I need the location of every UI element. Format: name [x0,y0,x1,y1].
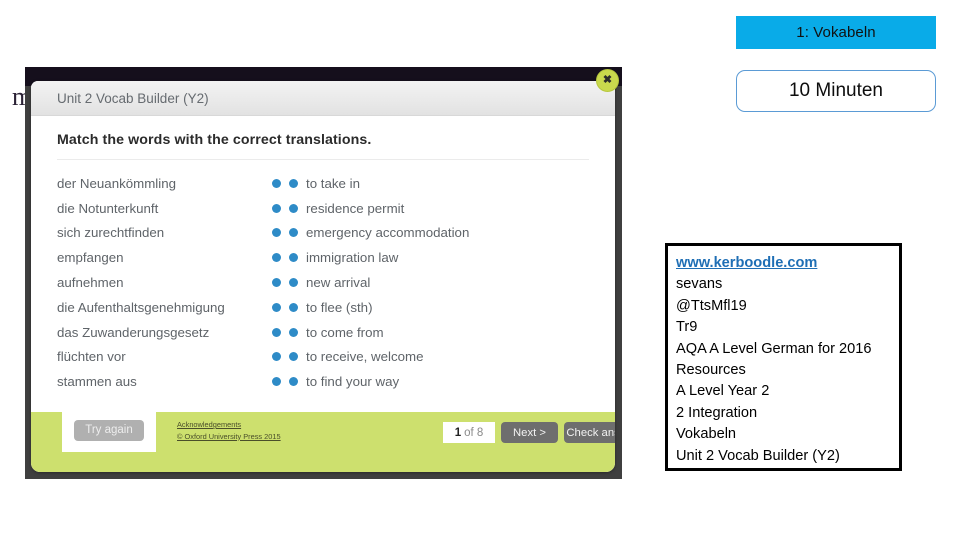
try-again-button[interactable]: Try again [74,419,144,441]
match-row[interactable]: das Zuwanderungsgesetz [57,320,289,345]
resource-path-box: www.kerboodle.com sevans @TtsMfl19 Tr9 A… [665,243,902,471]
info-line: @TtsMfl19 [676,297,747,314]
match-row[interactable]: stammen aus [57,369,289,394]
connector-dot-icon[interactable] [272,203,281,213]
english-terms-column: to take in residence permit emergency ac… [289,171,579,394]
slide-title-label: 1: Vokabeln [796,24,876,41]
connector-dot-icon[interactable] [289,377,298,387]
info-line: sevans [676,276,723,293]
match-row[interactable]: immigration law [289,245,579,270]
info-line: A Level Year 2 [676,383,770,400]
match-row[interactable]: to find your way [289,369,579,394]
info-line: Resources [676,362,746,379]
connector-dot-icon[interactable] [272,178,281,188]
connector-dot-icon[interactable] [289,302,298,312]
match-row[interactable]: flüchten vor [57,345,289,370]
german-term: die Aufenthaltsgenehmigung [57,299,225,315]
connector-dot-icon[interactable] [272,377,281,387]
info-line: 2 Integration [676,404,758,421]
match-row[interactable]: aufnehmen [57,270,289,295]
english-term: to come from [306,324,384,340]
german-term: der Neuankömmling [57,175,176,191]
connector-dot-icon[interactable] [289,352,298,362]
connector-dot-icon[interactable] [272,302,281,312]
connector-dot-icon[interactable] [272,228,281,238]
english-term: to receive, welcome [306,349,424,365]
english-term: immigration law [306,250,399,266]
info-line: Vokabeln [676,426,737,443]
connector-dot-icon[interactable] [289,203,298,213]
connector-dot-icon[interactable] [289,253,298,263]
german-term: aufnehmen [57,275,124,291]
german-terms-column: der Neuankömmling die Notunterkunft sich… [57,171,289,394]
info-line: AQA A Level German for 2016 [676,340,872,357]
match-row[interactable]: to flee (sth) [289,295,579,320]
dialog-titlebar: Unit 2 Vocab Builder (Y2) [31,81,615,116]
german-term: das Zuwanderungsgesetz [57,324,210,340]
timer-label: 10 Minuten [788,80,883,101]
dialog-toolbar: Try again Acknowledgements © Oxford Univ… [31,408,615,472]
close-glyph: ✖ [602,74,613,86]
english-term: emergency accommodation [306,225,470,241]
english-term: to take in [306,175,360,191]
copyright-link[interactable]: © Oxford University Press 2015 [177,431,281,443]
german-term: sich zurechtfinden [57,225,165,241]
connector-dot-icon[interactable] [289,278,298,288]
match-row[interactable]: die Notunterkunft [57,196,289,221]
acknowledgements-link[interactable]: Acknowledgements [177,419,281,431]
connector-dot-icon[interactable] [289,327,298,337]
match-row[interactable]: sich zurechtfinden [57,221,289,246]
page-current: 1 [454,426,462,439]
dialog-title: Unit 2 Vocab Builder (Y2) [57,90,209,106]
match-row[interactable]: empfangen [57,245,289,270]
instruction-text: Match the words with the correct transla… [57,132,372,148]
check-answers-button[interactable]: Check answers [564,422,615,443]
english-term: to find your way [306,374,400,390]
english-term: residence permit [306,200,405,216]
modal-window-frame: Unit 2 Vocab Builder (Y2) Match the word… [25,67,622,479]
match-row[interactable]: der Neuankömmling [57,171,289,196]
close-icon[interactable]: ✖ [596,69,619,92]
slide-title-badge: 1: Vokabeln [736,16,936,49]
english-term: to flee (sth) [306,299,373,315]
german-term: flüchten vor [57,349,126,365]
english-term: new arrival [306,275,371,291]
match-row[interactable]: to receive, welcome [289,345,579,370]
match-row[interactable]: to come from [289,320,579,345]
page-indicator: 1 of 8 [443,422,495,443]
try-again-card: Try again [62,408,156,452]
connector-dot-icon[interactable] [272,352,281,362]
page-total: of 8 [464,426,484,439]
connector-dot-icon[interactable] [272,253,281,263]
match-row[interactable]: to take in [289,171,579,196]
info-line: Tr9 [676,319,698,336]
next-button[interactable]: Next > [501,422,558,443]
match-row[interactable]: residence permit [289,196,579,221]
connector-dot-icon[interactable] [289,178,298,188]
timer-badge: 10 Minuten [736,70,936,112]
match-row[interactable]: die Aufenthaltsgenehmigung [57,295,289,320]
connector-dot-icon[interactable] [289,228,298,238]
info-line: Unit 2 Vocab Builder (Y2) [676,447,840,464]
match-row[interactable]: emergency accommodation [289,221,579,246]
kerboodle-link[interactable]: www.kerboodle.com [676,253,899,274]
german-term: empfangen [57,250,124,266]
match-row[interactable]: new arrival [289,270,579,295]
credits-block: Acknowledgements © Oxford University Pre… [177,419,281,442]
german-term: die Notunterkunft [57,200,159,216]
connector-dot-icon[interactable] [272,278,281,288]
german-term: stammen aus [57,374,137,390]
connector-dot-icon[interactable] [272,327,281,337]
matching-exercise: der Neuankömmling die Notunterkunft sich… [31,160,615,394]
vocab-builder-dialog: Unit 2 Vocab Builder (Y2) Match the word… [31,81,615,472]
